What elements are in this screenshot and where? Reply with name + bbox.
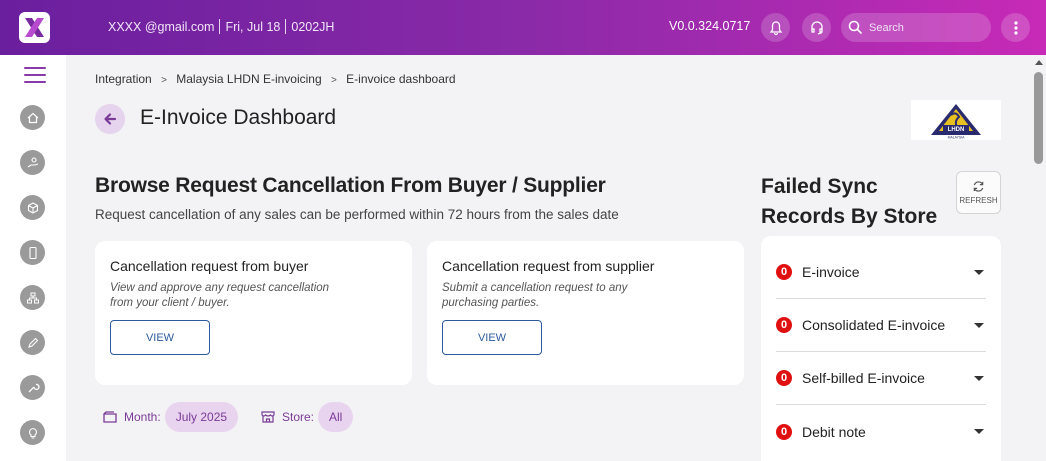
cube-icon	[27, 201, 38, 214]
card-description: Submit a cancellation request to any pur…	[442, 282, 628, 309]
card-title: Cancellation request from buyer	[110, 258, 309, 274]
back-button[interactable]	[95, 104, 125, 134]
user-info: XXXX @gmail.com Fri, Jul 18 0202JH	[108, 19, 334, 34]
top-bar: XXXX @gmail.com Fri, Jul 18 0202JH V0.0.32…	[0, 0, 1046, 55]
sidebar	[0, 55, 66, 461]
sidebar-item-ideas[interactable]	[20, 420, 45, 445]
scrollbar[interactable]	[1031, 55, 1046, 461]
sync-item-label: Self-billed E-invoice	[802, 370, 925, 386]
breadcrumb-separator: >	[330, 75, 337, 86]
view-buyer-requests-button[interactable]: VIEW	[110, 320, 210, 355]
breadcrumb-separator: >	[161, 75, 167, 86]
search-icon	[848, 20, 863, 35]
sidebar-item-home[interactable]	[20, 105, 45, 130]
failed-sync-panel: 0 E-invoice 0 Consolidated E-invoice 0 S…	[761, 236, 1001, 461]
chevron-down-icon	[974, 429, 984, 434]
refresh-label: REFRESH	[959, 196, 998, 205]
mobile-icon	[28, 246, 37, 259]
sidebar-item-products[interactable]	[20, 195, 45, 220]
calendar-icon	[103, 411, 117, 423]
hand-coin-icon	[27, 156, 38, 167]
store-filter: Store: All	[260, 402, 354, 432]
store-filter-label: Store:	[282, 410, 315, 424]
sync-item-e-invoice[interactable]: 0 E-invoice	[776, 246, 986, 299]
lightbulb-icon	[28, 427, 37, 439]
card-description: View and approve any request cancellatio…	[110, 282, 330, 309]
current-date: Fri, Jul 18	[225, 20, 281, 34]
notification-button[interactable]	[761, 13, 790, 42]
sidebar-item-structure[interactable]	[20, 285, 45, 310]
count-badge: 0	[776, 264, 792, 280]
x-logo-icon	[25, 18, 44, 37]
sidebar-item-edit[interactable]	[20, 330, 45, 355]
count-badge: 0	[776, 317, 792, 333]
store-icon	[261, 411, 275, 423]
lhdn-logo: LHDN MALAYSIA	[911, 100, 1001, 140]
sidebar-item-sales[interactable]	[20, 150, 45, 175]
page-title: E-Invoice Dashboard	[140, 106, 337, 129]
chevron-down-icon	[974, 375, 984, 381]
sidebar-item-tools[interactable]	[20, 375, 45, 400]
month-select[interactable]: July 2025	[164, 402, 239, 432]
chevron-down-icon	[974, 322, 984, 328]
count-badge: 0	[776, 370, 792, 386]
breadcrumb-lhdn[interactable]: Malaysia LHDN E-invoicing	[176, 72, 321, 86]
sync-item-debit-note[interactable]: 0 Debit note	[776, 405, 986, 458]
buyer-cancellation-card: Cancellation request from buyer View and…	[95, 241, 412, 385]
store-select[interactable]: All	[318, 402, 354, 432]
sync-item-consolidated[interactable]: 0 Consolidated E-invoice	[776, 299, 986, 352]
breadcrumb: Integration > Malaysia LHDN E-invoicing …	[95, 72, 456, 86]
refresh-button[interactable]: REFRESH	[956, 171, 1001, 214]
scroll-thumb[interactable]	[1034, 72, 1043, 164]
lhdn-emblem-icon: LHDN MALAYSIA	[931, 104, 981, 140]
wrench-icon	[28, 383, 40, 392]
sync-item-self-billed[interactable]: 0 Self-billed E-invoice	[776, 352, 986, 405]
search-box[interactable]	[841, 13, 991, 42]
scroll-up-icon[interactable]	[1035, 60, 1043, 65]
more-vertical-icon	[1013, 20, 1018, 35]
svg-text:LHDN: LHDN	[948, 127, 965, 133]
card-title: Cancellation request from supplier	[442, 258, 655, 274]
search-input[interactable]	[869, 21, 979, 34]
failed-sync-title: Failed Sync Records By Store	[761, 175, 938, 228]
app-logo[interactable]	[19, 12, 50, 43]
cancellation-section-title: Browse Request Cancellation From Buyer /…	[95, 174, 606, 197]
home-icon	[27, 112, 38, 123]
app-version: V0.0.324.0717	[669, 19, 751, 33]
menu-toggle-icon[interactable]	[24, 67, 46, 83]
bell-icon	[769, 20, 782, 35]
month-filter: Month: July 2025	[102, 402, 239, 432]
sync-item-label: Debit note	[802, 423, 866, 440]
supplier-cancellation-card: Cancellation request from supplier Submi…	[427, 241, 744, 385]
breadcrumb-current: E-invoice dashboard	[346, 72, 456, 86]
view-supplier-requests-button[interactable]: VIEW	[442, 320, 542, 355]
support-button[interactable]	[802, 13, 831, 42]
arrow-left-icon	[104, 113, 117, 125]
chevron-down-icon	[974, 269, 984, 275]
headset-icon	[810, 20, 823, 35]
count-badge: 0	[776, 423, 792, 440]
breadcrumb-integration[interactable]: Integration	[95, 72, 152, 86]
user-email: XXXX @gmail.com	[108, 20, 215, 34]
svg-text:MALAYSIA: MALAYSIA	[948, 136, 965, 140]
sitemap-icon	[26, 292, 39, 303]
cancellation-section-subtitle: Request cancellation of any sales can be…	[95, 207, 619, 222]
sync-item-label: E-invoice	[802, 264, 860, 280]
refresh-icon	[973, 181, 984, 192]
pen-icon	[27, 337, 38, 348]
sidebar-item-devices[interactable]	[20, 240, 45, 265]
month-filter-label: Month:	[124, 410, 161, 424]
store-code: 0202JH	[291, 20, 335, 34]
sync-item-label: Consolidated E-invoice	[802, 317, 946, 333]
more-menu-button[interactable]	[1001, 13, 1030, 42]
